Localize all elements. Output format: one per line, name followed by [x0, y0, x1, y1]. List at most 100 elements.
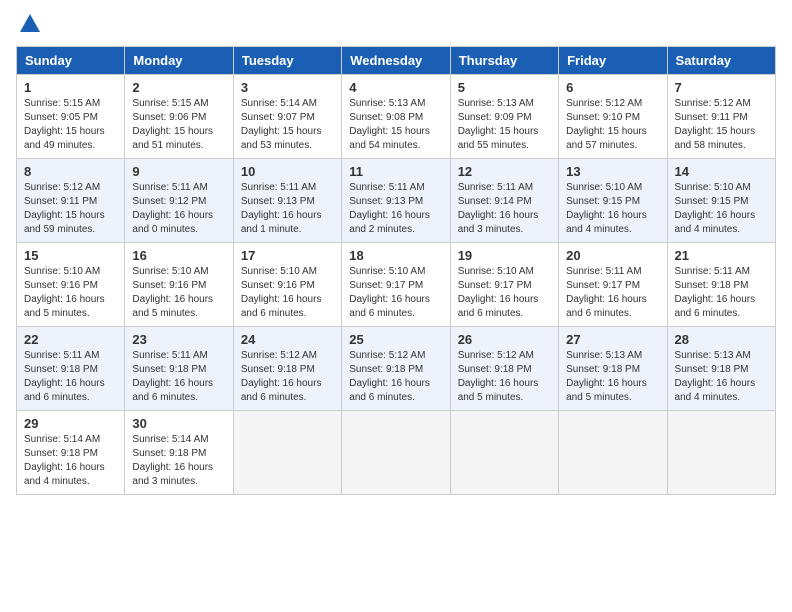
calendar-cell: 16Sunrise: 5:10 AM Sunset: 9:16 PM Dayli…	[125, 243, 233, 327]
column-header-friday: Friday	[559, 47, 667, 75]
day-info: Sunrise: 5:12 AM Sunset: 9:10 PM Dayligh…	[566, 97, 659, 153]
week-row-5: 29 Sunrise: 5:14 AM Sunset: 9:18 PM Dayli…	[17, 411, 776, 495]
day-number: 14	[675, 164, 768, 179]
day-number: 9	[132, 164, 225, 179]
column-header-thursday: Thursday	[450, 47, 558, 75]
day-info: Sunrise: 5:13 AM Sunset: 9:08 PM Dayligh…	[349, 97, 442, 153]
day-info: Sunrise: 5:11 AM Sunset: 9:18 PM Dayligh…	[675, 265, 768, 321]
day-info: Sunrise: 5:12 AM Sunset: 9:18 PM Dayligh…	[458, 349, 551, 405]
calendar-cell: 11 Sunrise: 5:11 AM Sunset: 9:13 PM Dayli…	[342, 159, 450, 243]
calendar-cell: 15Sunrise: 5:10 AM Sunset: 9:16 PM Dayli…	[17, 243, 125, 327]
logo-triangle-icon	[20, 14, 40, 32]
day-number: 11	[349, 164, 442, 179]
calendar-cell: 19 Sunrise: 5:10 AM Sunset: 9:17 PM Dayli…	[450, 243, 558, 327]
day-info: Sunrise: 5:13 AM Sunset: 9:18 PM Dayligh…	[566, 349, 659, 405]
calendar-cell: 28 Sunrise: 5:13 AM Sunset: 9:18 PM Dayli…	[667, 327, 775, 411]
day-number: 26	[458, 332, 551, 347]
calendar-cell: 14 Sunrise: 5:10 AM Sunset: 9:15 PM Dayli…	[667, 159, 775, 243]
day-number: 6	[566, 80, 659, 95]
day-info: Sunrise: 5:14 AM Sunset: 9:07 PM Dayligh…	[241, 97, 334, 153]
calendar-cell: 23 Sunrise: 5:11 AM Sunset: 9:18 PM Dayli…	[125, 327, 233, 411]
calendar-cell: 13 Sunrise: 5:10 AM Sunset: 9:15 PM Dayli…	[559, 159, 667, 243]
day-number: 21	[675, 248, 768, 263]
calendar-cell: 25 Sunrise: 5:12 AM Sunset: 9:18 PM Dayli…	[342, 327, 450, 411]
day-info: Sunrise: 5:15 AM Sunset: 9:06 PM Dayligh…	[132, 97, 225, 153]
day-number: 3	[241, 80, 334, 95]
calendar-table: SundayMondayTuesdayWednesdayThursdayFrid…	[16, 46, 776, 495]
day-number: 20	[566, 248, 659, 263]
calendar-cell: 27 Sunrise: 5:13 AM Sunset: 9:18 PM Dayli…	[559, 327, 667, 411]
day-info: Sunrise: 5:13 AM Sunset: 9:18 PM Dayligh…	[675, 349, 768, 405]
day-number: 17	[241, 248, 334, 263]
day-info: Sunrise: 5:11 AM Sunset: 9:18 PM Dayligh…	[24, 349, 117, 405]
calendar-cell	[450, 411, 558, 495]
day-info: Sunrise: 5:11 AM Sunset: 9:17 PM Dayligh…	[566, 265, 659, 321]
day-info: Sunrise: 5:11 AM Sunset: 9:18 PM Dayligh…	[132, 349, 225, 405]
day-info: Sunrise: 5:12 AM Sunset: 9:18 PM Dayligh…	[241, 349, 334, 405]
calendar-cell: 6 Sunrise: 5:12 AM Sunset: 9:10 PM Daylig…	[559, 75, 667, 159]
calendar-cell	[233, 411, 341, 495]
calendar-cell: 2 Sunrise: 5:15 AM Sunset: 9:06 PM Daylig…	[125, 75, 233, 159]
week-row-4: 22 Sunrise: 5:11 AM Sunset: 9:18 PM Dayli…	[17, 327, 776, 411]
calendar-cell: 4Sunrise: 5:13 AM Sunset: 9:08 PM Daylig…	[342, 75, 450, 159]
calendar-cell: 5 Sunrise: 5:13 AM Sunset: 9:09 PM Daylig…	[450, 75, 558, 159]
day-number: 13	[566, 164, 659, 179]
day-number: 30	[132, 416, 225, 431]
column-header-wednesday: Wednesday	[342, 47, 450, 75]
calendar-header-row: SundayMondayTuesdayWednesdayThursdayFrid…	[17, 47, 776, 75]
day-info: Sunrise: 5:10 AM Sunset: 9:17 PM Dayligh…	[458, 265, 551, 321]
day-number: 27	[566, 332, 659, 347]
calendar-cell: 10Sunrise: 5:11 AM Sunset: 9:13 PM Dayli…	[233, 159, 341, 243]
column-header-monday: Monday	[125, 47, 233, 75]
day-number: 22	[24, 332, 117, 347]
day-number: 12	[458, 164, 551, 179]
calendar-cell: 21 Sunrise: 5:11 AM Sunset: 9:18 PM Dayli…	[667, 243, 775, 327]
day-number: 5	[458, 80, 551, 95]
day-info: Sunrise: 5:10 AM Sunset: 9:16 PM Dayligh…	[241, 265, 334, 321]
calendar-cell	[667, 411, 775, 495]
day-info: Sunrise: 5:11 AM Sunset: 9:14 PM Dayligh…	[458, 181, 551, 237]
day-number: 10	[241, 164, 334, 179]
column-header-tuesday: Tuesday	[233, 47, 341, 75]
calendar-cell: 8 Sunrise: 5:12 AM Sunset: 9:11 PM Daylig…	[17, 159, 125, 243]
calendar-cell: 29 Sunrise: 5:14 AM Sunset: 9:18 PM Dayli…	[17, 411, 125, 495]
day-info: Sunrise: 5:10 AM Sunset: 9:15 PM Dayligh…	[566, 181, 659, 237]
day-number: 2	[132, 80, 225, 95]
day-number: 1	[24, 80, 117, 95]
day-number: 29	[24, 416, 117, 431]
day-info: Sunrise: 5:10 AM Sunset: 9:17 PM Dayligh…	[349, 265, 442, 321]
day-number: 7	[675, 80, 768, 95]
calendar-cell: 26 Sunrise: 5:12 AM Sunset: 9:18 PM Dayli…	[450, 327, 558, 411]
calendar-cell: 20 Sunrise: 5:11 AM Sunset: 9:17 PM Dayli…	[559, 243, 667, 327]
day-info: Sunrise: 5:11 AM Sunset: 9:13 PM Dayligh…	[349, 181, 442, 237]
day-info: Sunrise: 5:11 AM Sunset: 9:12 PM Dayligh…	[132, 181, 225, 237]
day-number: 24	[241, 332, 334, 347]
day-number: 15	[24, 248, 117, 263]
day-number: 28	[675, 332, 768, 347]
day-number: 16	[132, 248, 225, 263]
day-info: Sunrise: 5:12 AM Sunset: 9:11 PM Dayligh…	[24, 181, 117, 237]
calendar-cell	[342, 411, 450, 495]
week-row-1: 1Sunrise: 5:15 AM Sunset: 9:05 PM Daylig…	[17, 75, 776, 159]
calendar-cell: 22 Sunrise: 5:11 AM Sunset: 9:18 PM Dayli…	[17, 327, 125, 411]
calendar-cell: 9 Sunrise: 5:11 AM Sunset: 9:12 PM Daylig…	[125, 159, 233, 243]
logo	[16, 16, 40, 34]
day-info: Sunrise: 5:10 AM Sunset: 9:15 PM Dayligh…	[675, 181, 768, 237]
calendar-cell: 12 Sunrise: 5:11 AM Sunset: 9:14 PM Dayli…	[450, 159, 558, 243]
day-number: 8	[24, 164, 117, 179]
day-info: Sunrise: 5:13 AM Sunset: 9:09 PM Dayligh…	[458, 97, 551, 153]
day-number: 19	[458, 248, 551, 263]
header	[16, 16, 776, 34]
calendar-cell: 1Sunrise: 5:15 AM Sunset: 9:05 PM Daylig…	[17, 75, 125, 159]
day-number: 25	[349, 332, 442, 347]
day-number: 23	[132, 332, 225, 347]
column-header-saturday: Saturday	[667, 47, 775, 75]
week-row-2: 8 Sunrise: 5:12 AM Sunset: 9:11 PM Daylig…	[17, 159, 776, 243]
calendar-cell: 30Sunrise: 5:14 AM Sunset: 9:18 PM Dayli…	[125, 411, 233, 495]
calendar-cell: 24 Sunrise: 5:12 AM Sunset: 9:18 PM Dayli…	[233, 327, 341, 411]
calendar-cell	[559, 411, 667, 495]
day-info: Sunrise: 5:14 AM Sunset: 9:18 PM Dayligh…	[24, 433, 117, 489]
day-info: Sunrise: 5:12 AM Sunset: 9:11 PM Dayligh…	[675, 97, 768, 153]
day-info: Sunrise: 5:12 AM Sunset: 9:18 PM Dayligh…	[349, 349, 442, 405]
calendar-cell: 3 Sunrise: 5:14 AM Sunset: 9:07 PM Daylig…	[233, 75, 341, 159]
